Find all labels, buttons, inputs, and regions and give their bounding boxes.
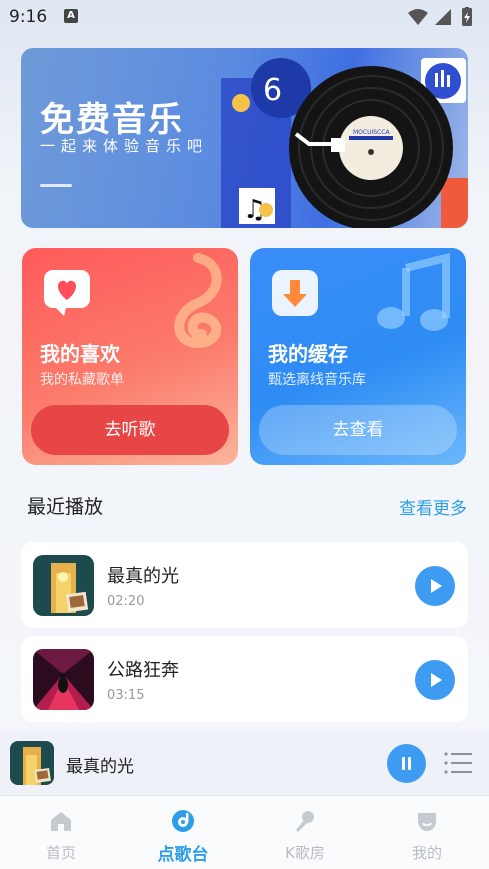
mini-album-cover	[10, 741, 54, 785]
cache-title: 我的缓存	[268, 342, 348, 366]
album-cover	[33, 555, 94, 616]
status-time: 9:16	[9, 7, 48, 27]
promo-banner[interactable]: 6 MOCUISCCA ♫ 免费音乐 一起来体验音乐吧	[21, 48, 468, 228]
go-listen-button[interactable]: 去听歌	[31, 405, 229, 455]
vinyl-record-illustration: 6 MOCUISCCA ♫	[221, 58, 468, 228]
favorites-subtitle: 我的私藏歌单	[40, 372, 124, 388]
pause-button[interactable]	[387, 744, 426, 783]
banner-subtitle: 一起来体验音乐吧	[40, 137, 209, 155]
song-title: 公路狂奔	[107, 660, 179, 681]
treble-clef-icon	[174, 253, 222, 349]
battery-icon	[462, 7, 472, 26]
tab-mine[interactable]: 我的	[366, 796, 488, 869]
song-duration: 03:15	[107, 688, 145, 703]
tab-label: K歌房	[285, 844, 325, 862]
microphone-icon	[296, 811, 314, 832]
status-icons	[408, 7, 472, 26]
record-label-text: MOCUISCCA	[353, 129, 390, 136]
list-item[interactable]: 公路狂奔 03:15	[21, 636, 468, 722]
tab-song-station[interactable]: 点歌台	[122, 796, 244, 869]
music-disc-icon	[172, 810, 194, 832]
tab-label: 点歌台	[157, 845, 209, 865]
favorites-card[interactable]: 我的喜欢 我的私藏歌单 去听歌	[22, 248, 238, 465]
favorites-title: 我的喜欢	[40, 342, 120, 366]
song-duration: 02:20	[107, 594, 145, 609]
bottom-nav: 首页 点歌台 K歌房 我的	[0, 795, 489, 869]
play-button[interactable]	[415, 660, 455, 700]
play-button[interactable]	[415, 566, 455, 606]
go-view-button[interactable]: 去查看	[259, 405, 457, 455]
now-playing-title: 最真的光	[66, 757, 134, 777]
home-icon	[51, 812, 71, 831]
music-note-icon	[377, 252, 450, 331]
svg-text:6: 6	[263, 73, 282, 108]
cache-card[interactable]: 我的缓存 甄选离线音乐库 去查看	[250, 248, 466, 465]
heart-icon	[44, 270, 90, 316]
download-icon	[272, 270, 318, 316]
tab-home[interactable]: 首页	[0, 796, 122, 869]
tab-karaoke[interactable]: K歌房	[244, 796, 366, 869]
signal-icon	[435, 9, 451, 25]
tab-label: 首页	[45, 844, 76, 862]
profile-icon	[418, 813, 436, 831]
banner-indicator	[40, 184, 72, 187]
list-item[interactable]: 最真的光 02:20	[21, 542, 468, 628]
wifi-icon	[408, 9, 428, 25]
recent-title: 最近播放	[27, 496, 104, 518]
mini-player[interactable]: 最真的光	[0, 731, 489, 795]
tab-label: 我的	[411, 844, 442, 862]
album-cover	[33, 649, 94, 710]
banner-title: 免费音乐	[40, 100, 184, 140]
cache-subtitle: 甄选离线音乐库	[268, 372, 366, 388]
playlist-icon[interactable]	[444, 751, 472, 775]
song-title: 最真的光	[107, 566, 179, 587]
status-bar: 9:16 A	[0, 0, 489, 34]
notification-badge-icon: A	[64, 9, 78, 23]
view-more-link[interactable]: 查看更多	[399, 494, 467, 519]
